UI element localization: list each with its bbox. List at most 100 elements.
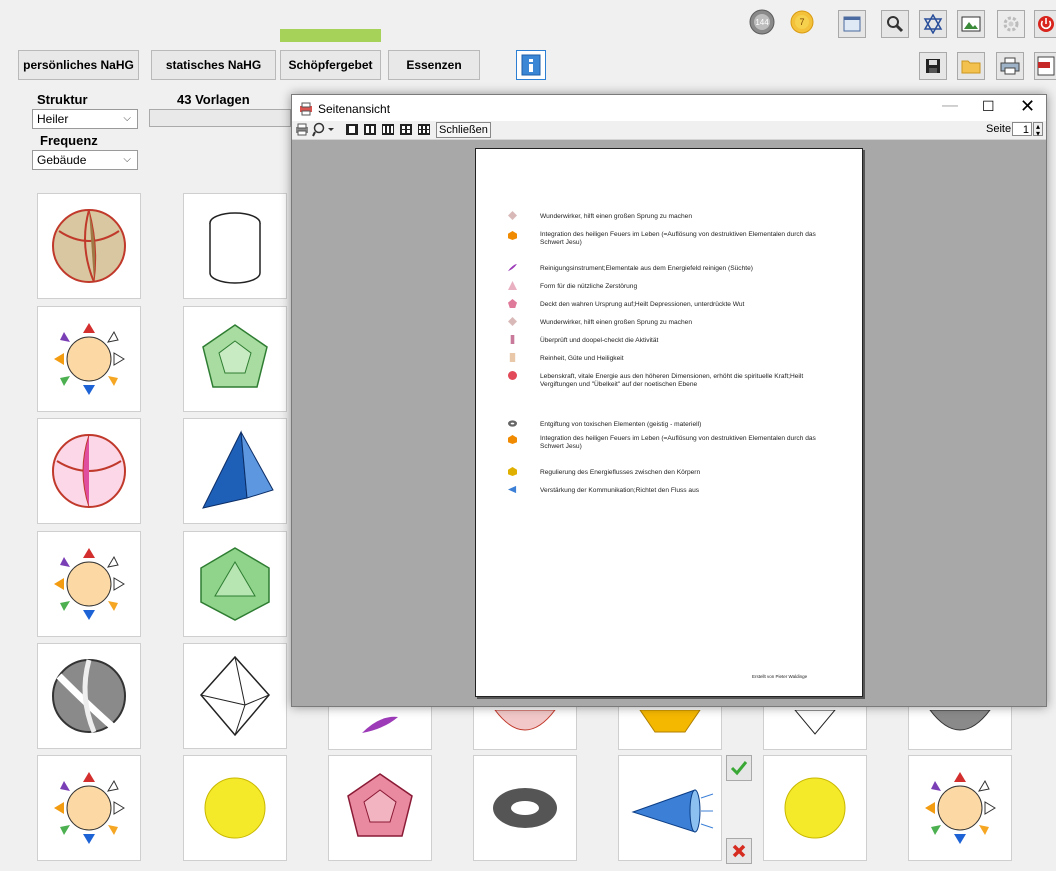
beige-cylinder-icon [509, 353, 516, 362]
beach-ball-grey-icon [52, 659, 126, 733]
page-spinner[interactable]: ▴ ▾ [1033, 122, 1043, 138]
six-pages-icon[interactable] [418, 124, 430, 135]
page-label: Seite [986, 123, 1012, 135]
entry-text: Reinigungsinstrument;Elementale aus dem … [540, 265, 753, 272]
four-pages-icon[interactable] [400, 124, 412, 135]
blue-cone-icon [631, 789, 714, 833]
static-nahg-button[interactable]: statisches NaHG [151, 50, 276, 80]
page-number-input[interactable]: 1 [1012, 122, 1032, 136]
struktur-select[interactable]: Heiler ⌵ [32, 109, 138, 129]
tile-octahedron[interactable] [183, 643, 287, 749]
power-icon [1037, 16, 1054, 32]
sun-arrows-icon [54, 772, 125, 844]
entry-text: Form für die nützliche Zerstörung [540, 283, 638, 290]
schoepfergebet-button[interactable]: Schöpfergebet [280, 50, 381, 80]
page-footer: Erstellt von Pieter Waldinge [752, 674, 808, 679]
badge-7-text: 7 [799, 17, 804, 27]
pink-octahedron-icon [508, 317, 517, 326]
entry-text: Entgiftung von toxischen Elementen (geis… [540, 421, 702, 428]
badge-144-button[interactable]: 144 [748, 8, 776, 36]
close-preview-button[interactable]: Schließen [436, 122, 491, 138]
star-of-david-icon [923, 14, 943, 34]
image-button[interactable] [957, 10, 985, 38]
window-button[interactable] [838, 10, 866, 38]
close-window-button[interactable]: ✕ [1020, 96, 1035, 117]
personal-nahg-button[interactable]: persönliches NaHG [18, 50, 139, 80]
tile-sphere-yellow-2[interactable] [763, 755, 867, 861]
essenzen-button[interactable]: Essenzen [388, 50, 480, 80]
orange-cube-icon [508, 231, 517, 240]
tile-gem-partial[interactable] [618, 700, 722, 750]
tile-cone-blue[interactable] [618, 755, 722, 861]
pdf-icon [1037, 56, 1054, 76]
open-folder-button[interactable] [957, 52, 985, 80]
tile-ball-grey[interactable] [37, 643, 141, 749]
badge-144-text: 144 [755, 18, 769, 27]
orange-cube-icon [508, 435, 517, 444]
chevron-down-icon: ⌵ [123, 154, 131, 165]
tile-ball-pink[interactable] [37, 418, 141, 524]
save-button[interactable] [919, 52, 947, 80]
entry-text: Integration des heiligen Feuers im Leben… [540, 231, 816, 246]
red-x-icon [732, 844, 746, 858]
info-button[interactable] [516, 50, 546, 80]
purple-feather-icon [362, 716, 398, 733]
tile-cylinder[interactable] [183, 193, 287, 299]
star-button[interactable] [919, 10, 947, 38]
tile-torus[interactable] [473, 755, 577, 861]
search-button[interactable] [881, 10, 909, 38]
power-button[interactable] [1034, 10, 1056, 38]
entry-text: Verstärkung der Kommunikation;Richtet de… [540, 487, 700, 494]
struktur-label: Struktur [37, 92, 88, 107]
pdf-export-button[interactable] [1034, 52, 1056, 80]
tile-sun-arrows-2[interactable] [37, 531, 141, 637]
magnifier-icon [887, 16, 904, 33]
tile-sun-arrows-3[interactable] [37, 755, 141, 861]
sun-7-icon: 7 [790, 10, 814, 34]
sun-arrows-icon [925, 772, 996, 844]
tile-dodecahedron-red[interactable] [328, 755, 432, 861]
tile-ball-brown[interactable] [37, 193, 141, 299]
badge-7-button[interactable]: 7 [788, 8, 816, 36]
settings-button[interactable] [997, 10, 1025, 38]
tile-octahedron-partial[interactable] [763, 700, 867, 750]
maximize-button[interactable]: ☐ [982, 98, 995, 115]
checkmark-icon [730, 761, 748, 776]
tile-sun-arrows[interactable] [37, 306, 141, 412]
print-button[interactable] [996, 52, 1024, 80]
minimize-button[interactable]: — [942, 97, 958, 115]
blue-cone-icon [508, 485, 517, 494]
tile-sphere-yellow[interactable] [183, 755, 287, 861]
yellow-sphere-icon [204, 777, 266, 839]
dodecahedron-red-icon [347, 773, 413, 837]
one-page-icon[interactable] [346, 124, 358, 135]
tile-dodecahedron-green[interactable] [183, 306, 287, 412]
three-pages-icon[interactable] [382, 124, 394, 135]
picture-icon [961, 16, 981, 32]
dialog-titlebar[interactable]: Seitenansicht — ☐ ✕ [292, 95, 1046, 121]
tile-ball-grey-partial[interactable] [908, 700, 1012, 750]
accept-button[interactable] [726, 755, 752, 781]
entry-text: Wunderwirker, hilft einen großen Sprung … [540, 213, 692, 220]
window-icon [843, 16, 861, 32]
yellow-gem-icon [508, 467, 517, 476]
tile-icosahedron-green[interactable] [183, 531, 287, 637]
tile-pyramid-blue[interactable] [183, 418, 287, 524]
entry-text: Deckt den wahren Ursprung auf;Heilt Depr… [540, 301, 745, 308]
frequenz-select[interactable]: Gebäude ⌵ [32, 150, 138, 170]
tile-feather-partial[interactable] [328, 700, 432, 750]
two-pages-icon[interactable] [364, 124, 376, 135]
gear-icon [1003, 16, 1019, 32]
zoom-icon[interactable] [312, 122, 334, 137]
reject-button[interactable] [726, 838, 752, 864]
tile-ball-partial[interactable] [473, 700, 577, 750]
entry-text: Integration des heiligen Feuers im Leben… [540, 435, 816, 450]
yellow-gem-icon [639, 710, 701, 733]
tile-sun-arrows-4[interactable] [908, 755, 1012, 861]
octahedron-icon [794, 710, 836, 735]
dialog-toolbar: Schließen Seite 1 ▴ ▾ [292, 121, 1046, 140]
pyramid-blue-icon [202, 430, 274, 509]
printer-icon[interactable] [295, 123, 309, 136]
dialog-title: Seitenansicht [318, 102, 391, 116]
entry-text: Überprüft und doopel-checkt die Aktivitä… [540, 337, 659, 344]
